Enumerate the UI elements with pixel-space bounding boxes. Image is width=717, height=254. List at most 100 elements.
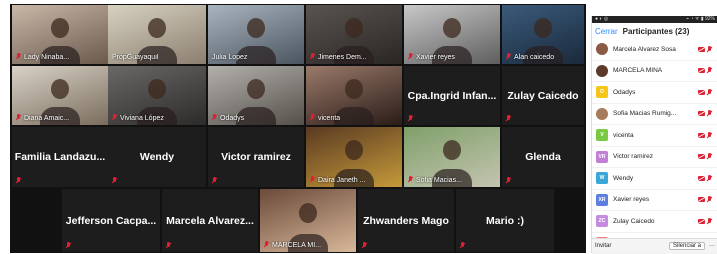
mic-muted-icon (112, 177, 117, 184)
participant-name: Cpa.Ingrid Infan... (404, 90, 500, 102)
participant-tile[interactable]: MARCELA MI... (260, 189, 356, 252)
avatar: XR (596, 194, 608, 206)
mic-muted-icon (707, 46, 712, 53)
participant-name: Mario :) (456, 215, 554, 227)
participant-name-label: Diana Amaic... (16, 114, 69, 122)
avatar: V (596, 129, 608, 141)
participant-list-name: Victor ramirez (613, 153, 698, 160)
participant-status-icons (698, 153, 715, 160)
participant-name: PropGuayaquil (112, 54, 158, 61)
participant-tile[interactable]: vicenta (306, 66, 402, 125)
participant-name: Jefferson Cacpa... (62, 215, 160, 227)
participants-footer: Invitar Silenciar a ··· (592, 238, 717, 253)
participant-name-label: Viviana López (112, 114, 164, 122)
avatar: VR (596, 151, 608, 163)
participant-tile[interactable]: Jefferson Cacpa... (62, 189, 160, 252)
mic-muted-icon (16, 114, 21, 121)
participant-list-name: Odadys (613, 89, 698, 96)
video-off-icon (698, 111, 705, 116)
invite-button[interactable]: Invitar (595, 243, 611, 249)
mic-muted-icon (212, 114, 217, 121)
participant-row[interactable]: OOdadys (592, 82, 717, 104)
participant-row[interactable]: Sofia Macias Rumig... (592, 104, 717, 126)
participant-tile[interactable]: Daira Janeth ... (306, 127, 402, 187)
participant-list-name: Marcela Alvarez Sosa (613, 46, 698, 53)
participant-tile[interactable]: Julia Lopez (208, 5, 304, 64)
participant-tile[interactable]: Odadys (208, 66, 304, 125)
participant-tile[interactable]: PropGuayaquil (108, 5, 206, 64)
mic-muted-icon (707, 196, 712, 203)
participant-name-label: vicenta (310, 114, 340, 122)
participant-tile[interactable]: Lady Ninaba... (12, 5, 108, 64)
avatar (596, 43, 608, 55)
participant-tile[interactable]: Mario :) (456, 189, 554, 252)
video-off-icon (698, 197, 705, 202)
participant-row[interactable]: WWendy (592, 168, 717, 190)
participant-tile[interactable]: Cpa.Ingrid Infan... (404, 66, 500, 125)
mic-muted-icon (460, 242, 465, 249)
participant-name: Sofia Macias... (416, 177, 462, 184)
participant-name-label: Alan caicedo (506, 53, 554, 61)
participant-row[interactable]: Vvicenta (592, 125, 717, 147)
participant-tile[interactable]: Familia Landazu... (12, 127, 108, 187)
participant-name-label: Sofia Macias... (408, 176, 462, 184)
participant-name: Wendy (108, 151, 206, 163)
participant-name: Julia Lopez (212, 54, 247, 61)
mic-muted-icon (707, 218, 712, 225)
participant-tile[interactable]: Alan caicedo (502, 5, 584, 64)
participant-tile[interactable]: Victor ramirez (208, 127, 304, 187)
participant-tile[interactable]: Sofia Macias... (404, 127, 500, 187)
close-button[interactable]: Cerrar (595, 27, 618, 36)
participant-name: Viviana López (120, 115, 164, 122)
participant-row[interactable]: MARCELA MINA (592, 61, 717, 83)
participants-panel: ● ◐ ◎ ⌁ ◔ ᯤ ▮ 92% Cerrar Participantes (… (591, 16, 717, 253)
participant-name: Familia Landazu... (12, 151, 108, 163)
more-button[interactable]: ··· (709, 243, 715, 249)
participant-list-name: vicenta (613, 132, 698, 139)
participant-name-label: Julia Lopez (212, 54, 247, 61)
participant-status-icons (698, 196, 715, 203)
participant-status-icons (698, 110, 715, 117)
participant-list-name: MARCELA MINA (613, 67, 698, 74)
participant-row[interactable]: VR Victor ramirez (592, 147, 717, 169)
participant-tile[interactable]: Wendy (108, 127, 206, 187)
mic-muted-icon (506, 177, 511, 184)
mic-muted-icon (707, 110, 712, 117)
mic-muted-icon (707, 153, 712, 160)
participant-tile[interactable]: Zhwanders Mago (358, 189, 454, 252)
participant-status-icons (698, 175, 715, 182)
participant-tile[interactable]: Xavier reyes (404, 5, 500, 64)
participant-tile[interactable]: Diana Amaic... (12, 66, 108, 125)
participant-name: Diana Amaic... (24, 115, 69, 122)
participant-name: Odadys (220, 115, 244, 122)
participant-name: Xavier reyes (416, 54, 455, 61)
video-off-icon (698, 68, 705, 73)
participant-name: Jimenes Dem... (318, 54, 367, 61)
participant-tile[interactable]: Jimenes Dem... (306, 5, 402, 64)
participant-name-label: Odadys (212, 114, 244, 122)
video-off-icon (698, 154, 705, 159)
participant-name: Marcela Alvarez... (162, 215, 258, 227)
participant-tile[interactable]: Viviana López (108, 66, 206, 125)
participant-row[interactable]: ZCZulay Caicedo (592, 211, 717, 233)
mic-muted-icon (362, 242, 367, 249)
participant-name-label: MARCELA MI... (264, 241, 321, 249)
participant-tile[interactable]: Zulay Caicedo (502, 66, 584, 125)
participant-list-name: Sofia Macias Rumig... (613, 110, 698, 117)
participant-name: Lady Ninaba... (24, 54, 69, 61)
mic-muted-icon (16, 177, 21, 184)
participant-tile[interactable]: Marcela Alvarez... (162, 189, 258, 252)
mic-muted-icon (264, 241, 269, 248)
participant-row[interactable]: XRXavier reyes (592, 190, 717, 212)
mic-muted-icon (310, 176, 315, 183)
participant-name-label: Jimenes Dem... (310, 53, 367, 61)
participant-tile[interactable]: Glenda (502, 127, 584, 187)
status-icons-left: ● ◐ ◎ (595, 16, 608, 23)
mic-muted-icon (310, 53, 315, 60)
mic-muted-icon (166, 242, 171, 249)
mic-muted-icon (16, 53, 21, 60)
participant-row[interactable]: Marcela Alvarez Sosa (592, 39, 717, 61)
mute-all-button[interactable]: Silenciar a (669, 242, 705, 250)
mic-muted-icon (66, 242, 71, 249)
status-icons-right: ⌁ ◔ ᯤ ▮ 92% (686, 16, 715, 23)
